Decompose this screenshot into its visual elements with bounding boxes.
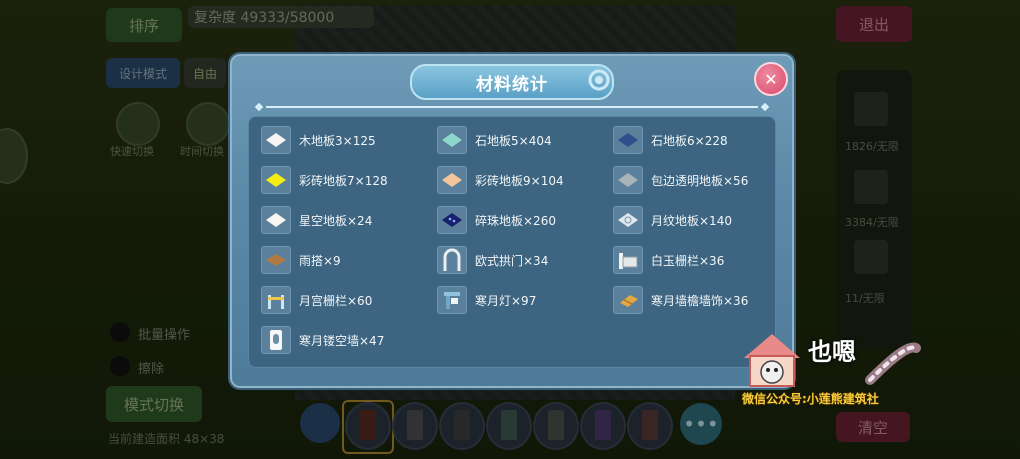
item-label: 星空地板×24 — [299, 213, 373, 228]
item-label: 白玉栅栏×36 — [651, 253, 725, 268]
item-label: 月纹地板×140 — [651, 213, 732, 228]
list-item: 月纹地板×140 — [613, 205, 732, 235]
teal-diamond-tile-icon — [437, 126, 467, 154]
item-label: 木地板3×125 — [299, 133, 376, 148]
ornamental-divider — [254, 103, 770, 111]
list-item: 彩砖地板9×104 — [437, 165, 564, 195]
item-label: 欧式拱门×34 — [475, 253, 549, 268]
list-item: 寒月灯×97 — [437, 285, 536, 315]
item-label: 寒月镂空墙×47 — [299, 333, 385, 348]
white-star-tile-icon — [261, 206, 291, 234]
list-item: 包边透明地板×56 — [613, 165, 748, 195]
list-item: 雨搭×9 — [261, 245, 341, 275]
list-item: 星空地板×24 — [261, 205, 372, 235]
item-label: 彩砖地板9×104 — [475, 173, 564, 188]
close-icon: ✕ — [764, 69, 778, 89]
watermark-subtitle: 微信公众号:小莲熊建筑社 — [742, 392, 879, 406]
item-label: 寒月墙檐墙饰×36 — [651, 293, 749, 308]
dialog-title-banner: 材料统计 — [410, 64, 614, 100]
peach-diamond-tile-icon — [437, 166, 467, 194]
wooden-awning-icon — [261, 246, 291, 274]
moon-lamp-icon — [437, 286, 467, 314]
white-jade-fence-icon — [613, 246, 643, 274]
item-label: 包边透明地板×56 — [651, 173, 749, 188]
list-item: 彩砖地板7×128 — [261, 165, 388, 195]
list-item: 石地板5×404 — [437, 125, 552, 155]
watermark-title: 也嗯 — [808, 338, 856, 366]
moon-pattern-tile-icon — [613, 206, 643, 234]
close-button[interactable]: ✕ — [754, 62, 788, 96]
item-label: 石地板6×228 — [651, 133, 728, 148]
list-item: 寒月墙檐墙饰×36 — [613, 285, 748, 315]
list-item: 木地板3×125 — [261, 125, 376, 155]
item-label: 碎珠地板×260 — [475, 213, 556, 228]
list-item: 碎珠地板×260 — [437, 205, 556, 235]
list-item: 月宫栅栏×60 — [261, 285, 372, 315]
yellow-diamond-tile-icon — [261, 166, 291, 194]
dark-blue-diamond-tile-icon — [613, 126, 643, 154]
list-item: 欧式拱门×34 — [437, 245, 548, 275]
hollow-wall-icon — [261, 326, 291, 354]
material-stats-dialog: 材料统计 ✕ 木地板3×125 石地板5×404 石地板6×228 彩砖地板7×… — [230, 54, 794, 388]
list-item: 石地板6×228 — [613, 125, 728, 155]
arch-door-icon — [437, 246, 467, 274]
list-item: 白玉栅栏×36 — [613, 245, 724, 275]
item-label: 石地板5×404 — [475, 133, 552, 148]
dialog-title: 材料统计 — [476, 74, 548, 95]
item-label: 彩砖地板7×128 — [299, 173, 388, 188]
eave-decoration-icon — [613, 286, 643, 314]
material-list: 木地板3×125 石地板5×404 石地板6×228 彩砖地板7×128 彩砖地… — [248, 116, 776, 368]
list-item: 寒月镂空墙×47 — [261, 325, 384, 355]
item-label: 寒月灯×97 — [475, 293, 537, 308]
white-diamond-tile-icon — [261, 126, 291, 154]
swirl-ornament-icon — [588, 69, 610, 91]
item-label: 雨搭×9 — [299, 253, 341, 268]
moon-palace-fence-icon — [261, 286, 291, 314]
item-label: 月宫栅栏×60 — [299, 293, 373, 308]
navy-bead-tile-icon — [437, 206, 467, 234]
grey-diamond-tile-icon — [613, 166, 643, 194]
